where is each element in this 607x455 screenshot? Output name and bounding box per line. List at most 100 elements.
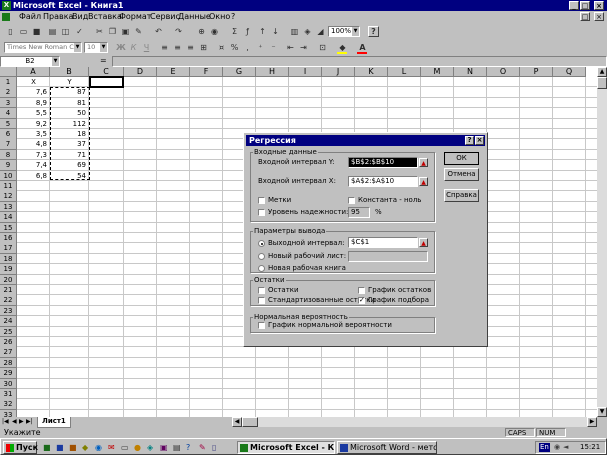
- row-header[interactable]: 7: [0, 139, 17, 150]
- active-cell[interactable]: [89, 76, 124, 88]
- menu-insert[interactable]: Вставка: [88, 11, 122, 23]
- row-header[interactable]: 25: [0, 326, 17, 338]
- column-header[interactable]: H: [256, 67, 289, 77]
- row-header[interactable]: 5: [0, 118, 17, 130]
- quicklaunch-word-icon[interactable]: ■: [56, 443, 64, 452]
- row-header[interactable]: 22: [0, 295, 17, 306]
- cell[interactable]: 7,3: [17, 150, 47, 160]
- autosum-icon[interactable]: Σ: [230, 27, 239, 36]
- undo-icon[interactable]: ↶: [154, 27, 163, 36]
- column-header[interactable]: I: [289, 67, 322, 77]
- row-header[interactable]: 2: [0, 87, 17, 98]
- quicklaunch-calc-icon[interactable]: ▤: [173, 443, 181, 452]
- quicklaunch-excel-icon[interactable]: ■: [43, 443, 51, 452]
- menu-format[interactable]: Формат: [119, 11, 151, 23]
- chevron-down-icon[interactable]: ▼: [52, 57, 59, 66]
- row-header[interactable]: 19: [0, 264, 17, 275]
- row-header[interactable]: 33: [0, 409, 17, 417]
- output-range-input[interactable]: $C$1: [348, 237, 418, 248]
- increase-indent-icon[interactable]: ⇥: [299, 43, 308, 52]
- new-sheet-input[interactable]: [348, 251, 428, 262]
- row-header[interactable]: 11: [0, 181, 17, 192]
- horizontal-scrollbar[interactable]: ◀ ▶: [232, 417, 597, 427]
- scroll-down-icon[interactable]: ▼: [597, 407, 607, 417]
- chevron-down-icon[interactable]: ▼: [352, 27, 359, 36]
- new-book-radio[interactable]: [258, 265, 265, 272]
- row-header[interactable]: 27: [0, 347, 17, 358]
- formula-input[interactable]: [112, 56, 607, 67]
- x-range-input[interactable]: $A$2:$A$10: [348, 176, 418, 187]
- column-header[interactable]: Q: [553, 67, 586, 77]
- hyperlink-icon[interactable]: ⊕: [197, 27, 206, 36]
- align-left-icon[interactable]: ≡: [160, 43, 169, 52]
- ok-button[interactable]: ОК: [444, 152, 479, 165]
- cancel-button[interactable]: Отмена: [444, 168, 479, 181]
- cell[interactable]: 6,8: [17, 171, 47, 181]
- underline-icon[interactable]: Ч: [142, 43, 151, 52]
- cell[interactable]: Y: [50, 77, 89, 87]
- first-sheet-icon[interactable]: |◀: [2, 418, 9, 425]
- cell[interactable]: 7,4: [17, 160, 47, 170]
- redo-icon[interactable]: ↷: [174, 27, 183, 36]
- vertical-scrollbar[interactable]: ▲ ▼: [597, 67, 607, 417]
- row-header[interactable]: 21: [0, 285, 17, 296]
- row-header[interactable]: 6: [0, 129, 17, 140]
- map-icon[interactable]: ◈: [303, 27, 312, 36]
- paste-icon[interactable]: ▣: [121, 27, 130, 36]
- cell[interactable]: 5,5: [17, 108, 47, 118]
- normal-plot-checkbox[interactable]: [258, 322, 265, 329]
- quicklaunch-paint-icon[interactable]: ✎: [199, 443, 206, 452]
- borders-icon[interactable]: ⊡: [318, 43, 327, 52]
- cell[interactable]: 3,5: [17, 129, 47, 139]
- scroll-thumb[interactable]: [597, 77, 607, 89]
- row-header[interactable]: 10: [0, 170, 17, 182]
- row-header[interactable]: 26: [0, 337, 17, 348]
- row-header[interactable]: 15: [0, 222, 17, 234]
- start-button[interactable]: Пуск: [3, 441, 38, 454]
- save-icon[interactable]: ■: [32, 27, 41, 36]
- quicklaunch-notepad-icon[interactable]: ▯: [212, 443, 216, 452]
- chart-wizard-icon[interactable]: ▥: [290, 27, 299, 36]
- labels-checkbox[interactable]: [258, 197, 265, 204]
- quicklaunch-binder-icon[interactable]: ▣: [160, 443, 168, 452]
- cell[interactable]: 7,6: [17, 87, 47, 97]
- column-header[interactable]: O: [487, 67, 520, 77]
- quicklaunch-desktop-icon[interactable]: ▭: [121, 443, 129, 452]
- quicklaunch-channels-icon[interactable]: ◈: [147, 443, 153, 452]
- format-painter-icon[interactable]: ✎: [134, 27, 143, 36]
- row-header[interactable]: 17: [0, 243, 17, 254]
- align-center-icon[interactable]: ≡: [173, 43, 182, 52]
- copy-icon[interactable]: ❐: [108, 27, 117, 36]
- next-sheet-icon[interactable]: ▶: [19, 418, 24, 425]
- volume-icon[interactable]: ◄: [563, 443, 568, 451]
- row-header[interactable]: 24: [0, 316, 17, 327]
- column-header[interactable]: K: [355, 67, 388, 77]
- hscroll-thumb[interactable]: [242, 417, 258, 427]
- output-range-radio[interactable]: [258, 240, 265, 247]
- column-header[interactable]: D: [124, 67, 157, 77]
- row-header[interactable]: 30: [0, 378, 17, 390]
- column-header[interactable]: L: [388, 67, 421, 77]
- row-header[interactable]: 8: [0, 149, 17, 161]
- open-icon[interactable]: ▭: [19, 27, 28, 36]
- residuals-checkbox[interactable]: [258, 287, 265, 294]
- help-button[interactable]: Справка: [444, 189, 479, 202]
- new-sheet-radio[interactable]: [258, 253, 265, 260]
- percent-icon[interactable]: %: [230, 43, 239, 52]
- quicklaunch-outlook-icon[interactable]: ✉: [108, 443, 115, 452]
- maximize-icon[interactable]: □: [580, 1, 590, 10]
- close-icon[interactable]: ×: [594, 1, 604, 10]
- row-header[interactable]: 28: [0, 357, 17, 369]
- row-header[interactable]: 9: [0, 160, 17, 171]
- menu-help[interactable]: ?: [231, 11, 235, 23]
- row-header[interactable]: 18: [0, 253, 17, 265]
- formula-equals[interactable]: =: [100, 56, 107, 65]
- office-assistant-icon[interactable]: ?: [368, 26, 379, 37]
- line-fit-checkbox[interactable]: ✓: [358, 297, 365, 304]
- quicklaunch-ie-icon[interactable]: ◉: [95, 443, 102, 452]
- column-header[interactable]: B: [50, 67, 89, 77]
- cell[interactable]: 8,9: [17, 98, 47, 108]
- function-icon[interactable]: ƒ: [243, 27, 252, 36]
- chevron-down-icon[interactable]: ▼: [74, 43, 81, 52]
- residual-plots-checkbox[interactable]: [358, 287, 365, 294]
